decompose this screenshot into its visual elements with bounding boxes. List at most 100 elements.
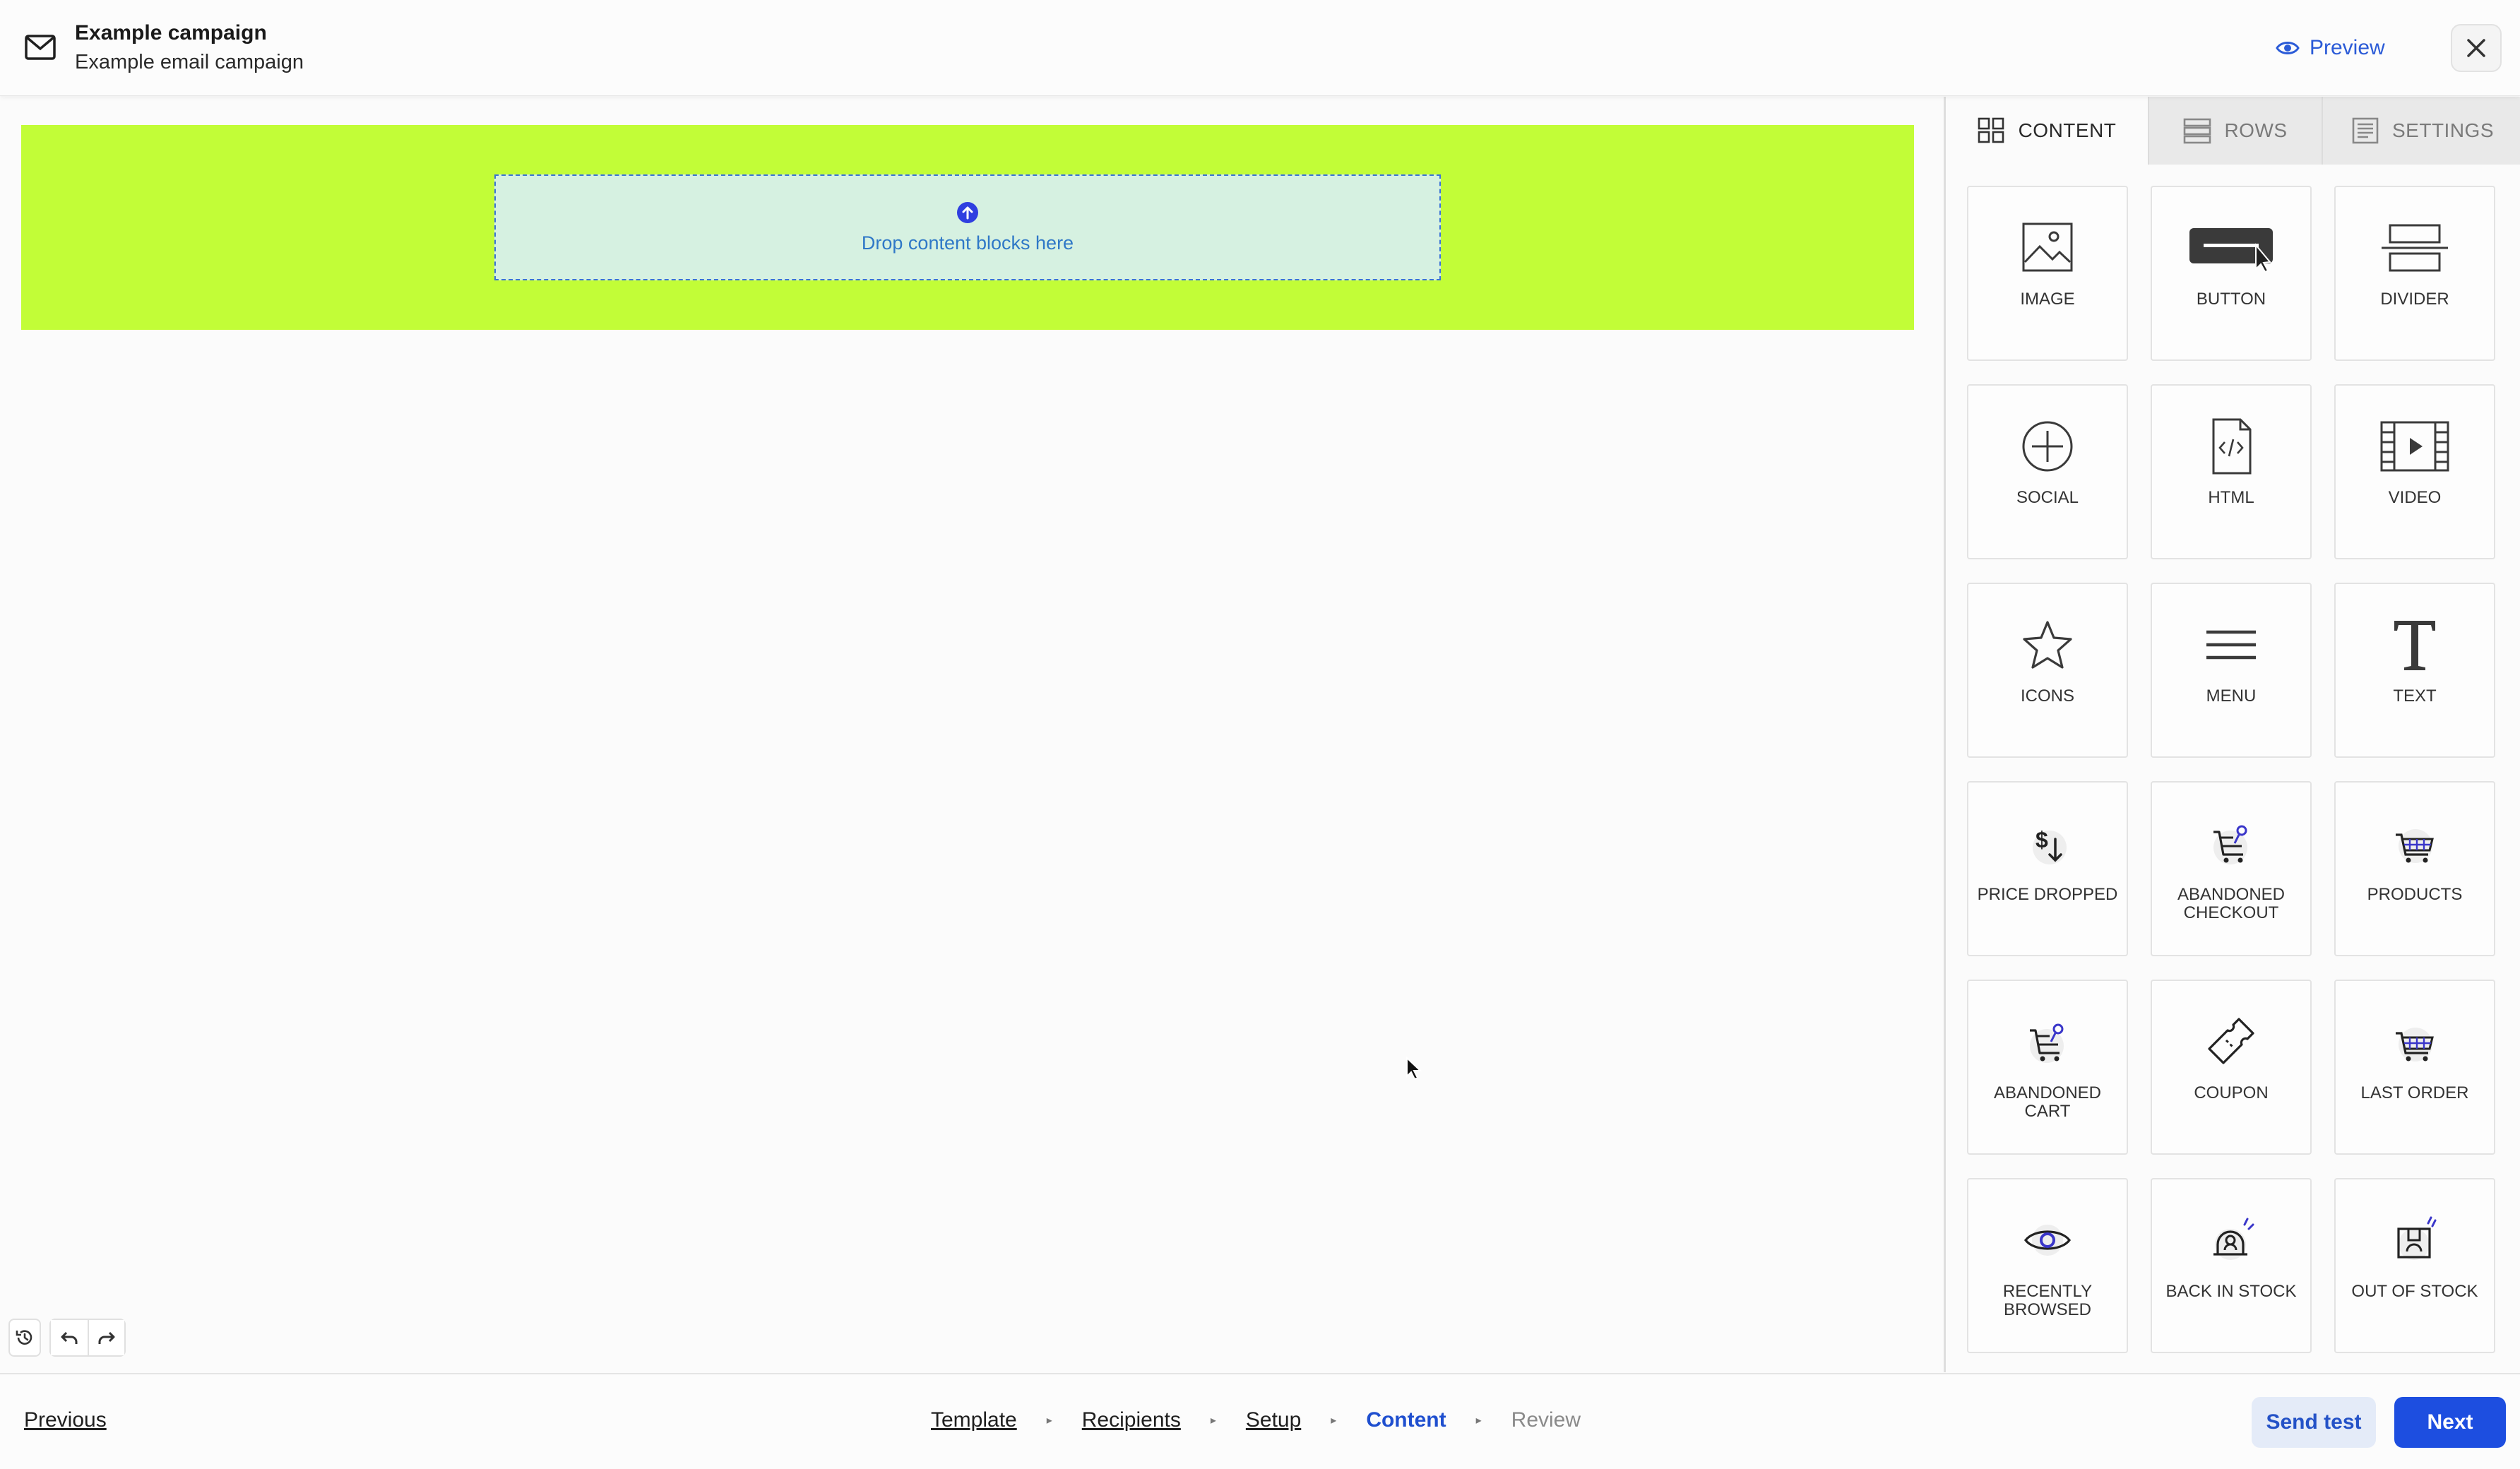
content-blocks-grid: IMAGE BUTTON DIVIDER SOCIAL HTML VIDEO I… <box>1967 186 2514 1353</box>
block-label: RECENTLY BROWSED <box>2002 1282 2093 1319</box>
block-label: DIVIDER <box>2380 290 2449 309</box>
block-label: LAST ORDER <box>2360 1083 2469 1102</box>
undo-redo-group <box>49 1319 126 1357</box>
top-header: Example campaign Example email campaign … <box>0 0 2520 96</box>
step-template[interactable]: Template <box>931 1408 1017 1432</box>
divider-icon <box>2382 224 2448 272</box>
tab-content[interactable]: CONTENT <box>1946 97 2148 165</box>
block-label: ABANDONED CHECKOUT <box>2177 885 2286 922</box>
step-recipients[interactable]: Recipients <box>1082 1408 1181 1432</box>
abandoned-cart-icon <box>2030 1023 2064 1063</box>
history-button[interactable] <box>8 1319 41 1357</box>
block-abandoned-checkout[interactable]: ABANDONED CHECKOUT <box>2151 781 2312 956</box>
chevron-right-icon: ▸ <box>1046 1415 1052 1427</box>
settings-doc-icon <box>2352 117 2379 144</box>
social-icon <box>2022 421 2073 472</box>
block-label: SOCIAL <box>2016 488 2079 507</box>
eye-icon <box>2023 1225 2072 1256</box>
tab-rows[interactable]: ROWS <box>2148 97 2322 165</box>
out-of-stock-icon <box>2397 1216 2437 1260</box>
block-last-order[interactable]: LAST ORDER <box>2334 980 2495 1155</box>
undo-button[interactable] <box>51 1320 88 1355</box>
svg-text:$: $ <box>2035 827 2048 852</box>
block-label: TEXT <box>2393 686 2437 706</box>
block-label: MENU <box>2206 686 2257 706</box>
block-label: BACK IN STOCK <box>2165 1282 2297 1301</box>
block-label: HTML <box>2208 488 2254 507</box>
blocks-panel: CONTENT ROWS SETTINGS IMAGE BUTTON DIVID… <box>1944 97 2520 1372</box>
block-coupon[interactable]: COUPON <box>2151 980 2312 1155</box>
grid-icon <box>1978 117 2004 143</box>
block-divider[interactable]: DIVIDER <box>2334 186 2495 361</box>
block-image[interactable]: IMAGE <box>1967 186 2128 361</box>
history-icon <box>16 1330 32 1345</box>
chevron-right-icon: ▸ <box>1210 1415 1216 1427</box>
email-editor-app: Example campaign Example email campaign … <box>0 0 2520 1469</box>
tab-settings-label: SETTINGS <box>2391 119 2494 141</box>
undo-icon <box>61 1331 78 1344</box>
step-content[interactable]: Content <box>1366 1408 1446 1432</box>
email-canvas[interactable]: Drop content blocks here <box>0 97 1944 1372</box>
block-label: COUPON <box>2194 1083 2269 1102</box>
block-video[interactable]: VIDEO <box>2334 384 2495 559</box>
next-button[interactable]: Next <box>2394 1397 2506 1448</box>
video-icon <box>2380 421 2449 472</box>
block-recently-browsed[interactable]: RECENTLY BROWSED <box>1967 1178 2128 1353</box>
coupon-icon <box>2208 1018 2254 1064</box>
block-label: PRICE DROPPED <box>1977 885 2118 904</box>
price-drop-icon: $ <box>2033 827 2067 864</box>
block-out-of-stock[interactable]: OUT OF STOCK <box>2334 1178 2495 1353</box>
email-row[interactable]: Drop content blocks here <box>21 125 1914 330</box>
text-icon <box>2394 621 2435 670</box>
block-label: IMAGE <box>2020 290 2075 309</box>
send-test-button[interactable]: Send test <box>2252 1397 2376 1448</box>
block-label: ABANDONED CART <box>1993 1083 2102 1121</box>
drop-zone[interactable]: Drop content blocks here <box>494 174 1441 280</box>
close-icon <box>2467 39 2485 57</box>
previous-link[interactable]: Previous <box>24 1408 107 1432</box>
eye-icon <box>2276 42 2300 54</box>
history-toolbar <box>8 1319 126 1357</box>
block-products[interactable]: PRODUCTS <box>2334 781 2495 956</box>
block-label: BUTTON <box>2196 290 2266 309</box>
redo-icon <box>98 1331 115 1344</box>
block-label: OUT OF STOCK <box>2351 1282 2478 1301</box>
block-label: VIDEO <box>2388 488 2442 507</box>
mail-icon <box>25 35 56 60</box>
close-button[interactable] <box>2451 24 2502 72</box>
block-label: ICONS <box>2020 686 2074 706</box>
redo-button[interactable] <box>88 1320 124 1355</box>
block-social[interactable]: SOCIAL <box>1967 384 2128 559</box>
button-block-icon <box>2189 228 2273 273</box>
star-icon <box>2023 621 2072 669</box>
bottom-footer: Previous Template ▸ Recipients ▸ Setup ▸… <box>0 1373 2520 1469</box>
preview-button[interactable]: Preview <box>2276 32 2385 64</box>
campaign-title: Example campaign <box>75 21 267 44</box>
mouse-cursor-icon <box>1406 1057 1422 1081</box>
block-abandoned-cart[interactable]: ABANDONED CART <box>1967 980 2128 1155</box>
preview-label: Preview <box>2310 36 2385 59</box>
block-back-in-stock[interactable]: BACK IN STOCK <box>2151 1178 2312 1353</box>
block-button[interactable]: BUTTON <box>2151 186 2312 361</box>
panel-tabs: CONTENT ROWS SETTINGS <box>1946 97 2520 165</box>
drop-zone-label: Drop content blocks here <box>861 232 1074 254</box>
last-order-icon <box>2396 1028 2434 1061</box>
block-html[interactable]: HTML <box>2151 384 2312 559</box>
chevron-right-icon: ▸ <box>1475 1415 1482 1427</box>
rows-icon <box>2184 118 2211 144</box>
block-price-dropped[interactable]: $ PRICE DROPPED <box>1967 781 2128 956</box>
block-menu[interactable]: MENU <box>2151 583 2312 758</box>
block-icons[interactable]: ICONS <box>1967 583 2128 758</box>
block-text[interactable]: TEXT <box>2334 583 2495 758</box>
abandoned-checkout-icon <box>2213 825 2247 864</box>
tab-settings[interactable]: SETTINGS <box>2322 97 2520 165</box>
step-review: Review <box>1511 1408 1581 1432</box>
tab-rows-label: ROWS <box>2224 119 2288 141</box>
chevron-right-icon: ▸ <box>1331 1415 1337 1427</box>
back-in-stock-icon <box>2213 1218 2254 1260</box>
html-icon <box>2212 418 2252 475</box>
wizard-steps: Template ▸ Recipients ▸ Setup ▸ Content … <box>931 1408 1581 1432</box>
menu-icon <box>2206 630 2256 660</box>
products-cart-icon <box>2396 829 2434 863</box>
step-setup[interactable]: Setup <box>1246 1408 1301 1432</box>
